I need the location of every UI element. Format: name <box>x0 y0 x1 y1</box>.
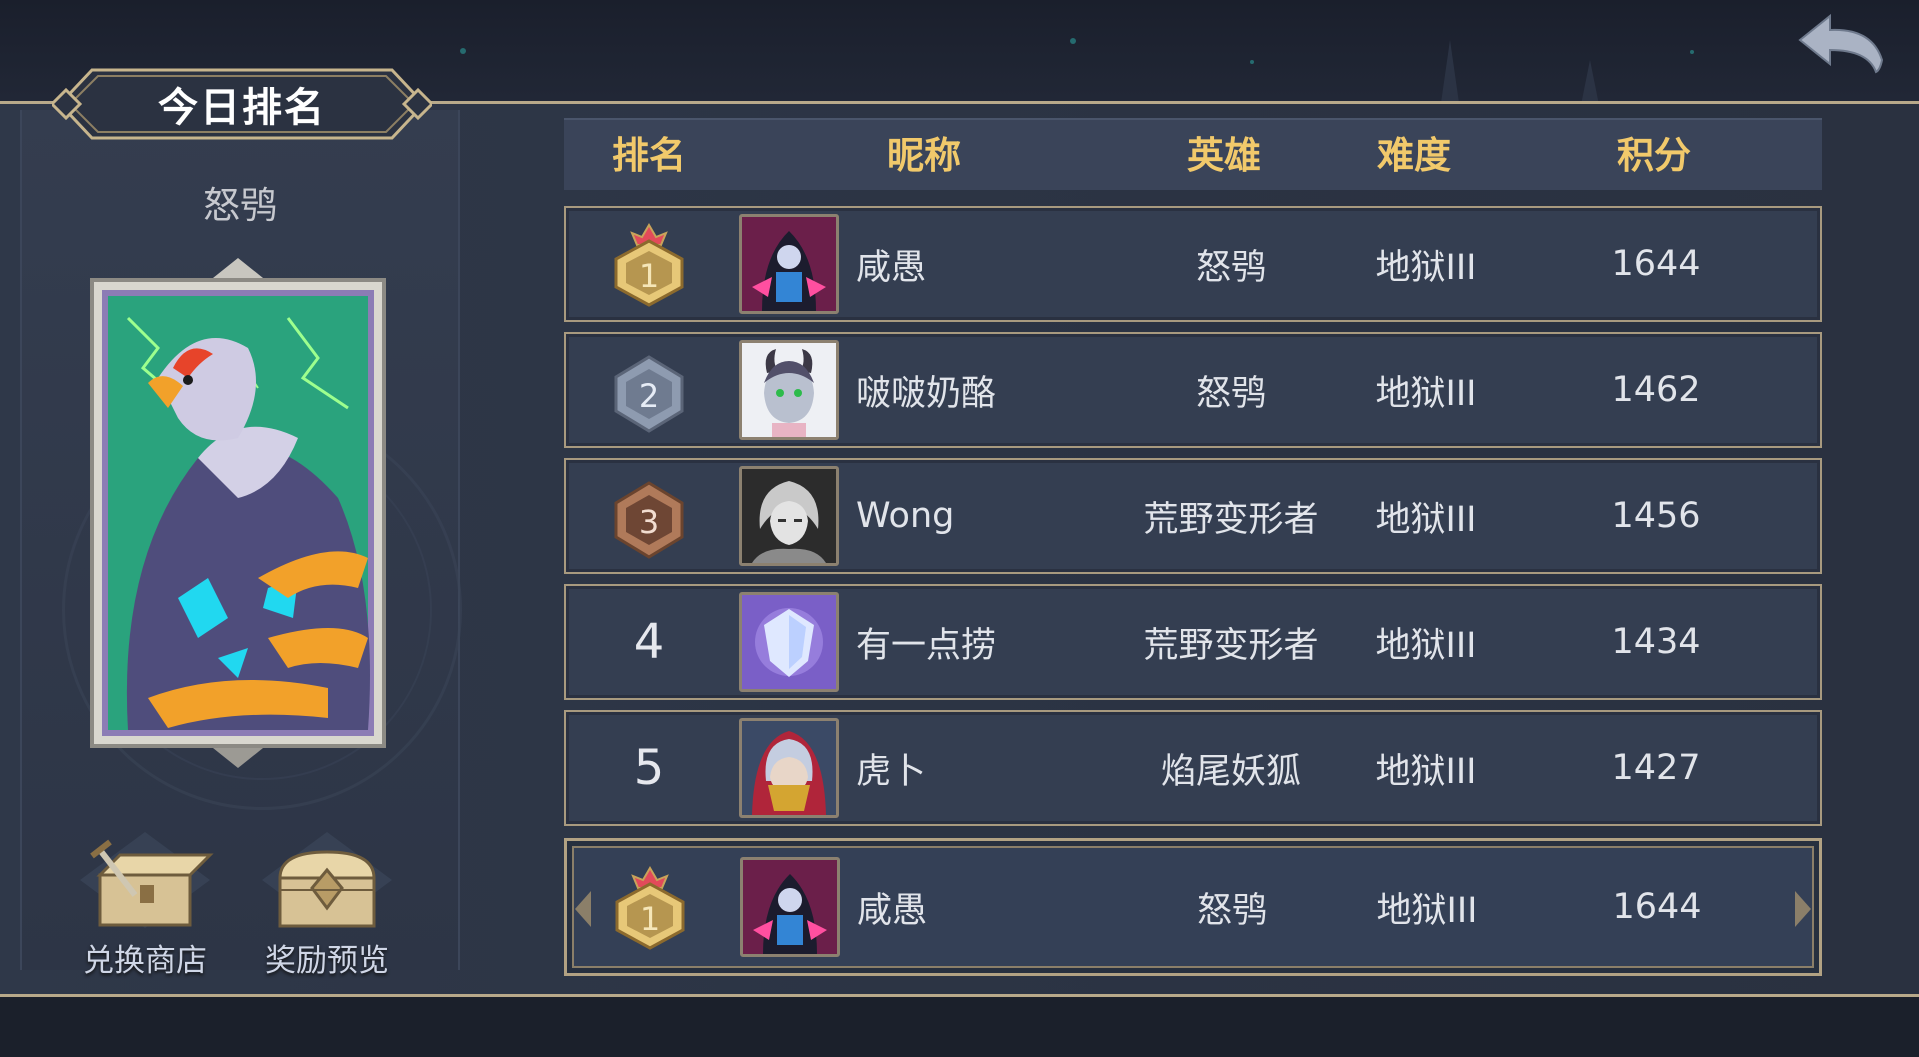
player-difficulty: 地狱III <box>1375 247 1477 288</box>
silver-medal-icon: 2 <box>614 355 684 433</box>
exchange-shop-button[interactable]: 兑换商店 <box>60 830 230 980</box>
player-difficulty: 地狱III <box>1375 373 1477 414</box>
treasure-chest-sword-icon <box>80 832 214 928</box>
column-header-nickname: 昵称 <box>887 134 961 177</box>
crystal-shield-avatar <box>742 595 836 689</box>
player-avatar[interactable] <box>739 718 839 818</box>
medal-rank-number: 3 <box>639 503 659 541</box>
silver-haired-warrior-avatar <box>742 469 836 563</box>
player-score: 1456 <box>1611 496 1701 536</box>
page-title: 今日排名 <box>158 85 326 131</box>
hero-name: 怒鸮 <box>203 184 277 227</box>
my-nickname: 咸愚 <box>857 890 928 931</box>
medal-rank-number: 1 <box>639 257 659 295</box>
player-nickname: 咸愚 <box>856 247 927 288</box>
gold-medal-icon: 1 <box>614 223 684 307</box>
my-score: 1644 <box>1612 887 1702 927</box>
player-difficulty: 地狱III <box>1375 751 1477 792</box>
player-nickname: Wong <box>856 496 955 536</box>
star-decoration <box>1070 38 1076 44</box>
medal-rank-number: 2 <box>639 377 659 415</box>
my-difficulty: 地狱III <box>1376 890 1478 931</box>
player-nickname: 虎卜 <box>856 751 927 792</box>
column-header-difficulty: 难度 <box>1377 134 1451 177</box>
player-avatar[interactable] <box>739 592 839 692</box>
rank-number: 5 <box>633 740 665 796</box>
masked-rogue-avatar <box>742 721 836 815</box>
player-avatar[interactable] <box>739 466 839 566</box>
player-score: 1427 <box>1611 748 1701 788</box>
castle-spire-decoration <box>1440 40 1460 110</box>
dark-sorceress-avatar <box>743 860 837 954</box>
thunder-raven-hero-card <box>90 258 386 768</box>
player-nickname: 有一点捞 <box>856 625 997 666</box>
player-avatar[interactable] <box>739 340 839 440</box>
leaderboard-row-5[interactable]: 5 虎卜 焰尾妖狐 地狱III 1427 <box>564 710 1822 826</box>
rank-number: 4 <box>633 614 665 670</box>
star-decoration <box>1250 60 1254 64</box>
star-decoration <box>1690 50 1694 54</box>
leaderboard-row-2[interactable]: 2 啵啵奶酪 怒鸮 地狱III 1462 <box>564 332 1822 448</box>
treasure-chest-icon <box>262 832 392 928</box>
leaderboard-row-3[interactable]: 3 Wong 荒野变形者 地狱III 1456 <box>564 458 1822 574</box>
hero-card[interactable] <box>88 258 388 768</box>
reward-preview-label: 奖励预览 <box>265 943 389 979</box>
back-button[interactable] <box>1790 10 1890 80</box>
my-avatar[interactable] <box>740 857 840 957</box>
player-score: 1644 <box>1611 244 1701 284</box>
player-hero: 焰尾妖狐 <box>1160 751 1301 792</box>
player-difficulty: 地狱III <box>1375 499 1477 540</box>
player-nickname: 啵啵奶酪 <box>856 373 997 414</box>
leaderboard-row-1[interactable]: 1 咸愚 怒鸮 地狱III 1644 <box>564 206 1822 322</box>
player-hero: 荒野变形者 <box>1143 499 1319 540</box>
rank-cell: 1 <box>567 841 733 973</box>
player-avatar[interactable] <box>739 214 839 314</box>
footer-bar <box>0 997 1919 1057</box>
horned-demon-girl-avatar <box>742 343 836 437</box>
column-header-rank: 排名 <box>612 134 686 177</box>
leaderboard-row-4[interactable]: 4 有一点捞 荒野变形者 地狱III 1434 <box>564 584 1822 700</box>
row-frame-right-ornament <box>1795 891 1811 927</box>
rank-cell: 1 <box>566 208 732 320</box>
player-hero: 怒鸮 <box>1195 247 1266 288</box>
player-score: 1434 <box>1611 622 1701 662</box>
player-hero: 荒野变形者 <box>1143 625 1319 666</box>
column-header-score: 积分 <box>1617 134 1691 177</box>
rank-cell: 2 <box>566 334 732 446</box>
my-hero: 怒鸮 <box>1196 890 1267 931</box>
column-header-hero: 英雄 <box>1187 134 1261 177</box>
player-difficulty: 地狱III <box>1375 625 1477 666</box>
dark-sorceress-avatar <box>742 217 836 311</box>
player-hero: 怒鸮 <box>1195 373 1266 414</box>
star-decoration <box>460 48 466 54</box>
medal-rank-number: 1 <box>640 900 660 938</box>
gold-medal-icon: 1 <box>615 866 685 950</box>
player-score: 1462 <box>1611 370 1701 410</box>
exchange-shop-label: 兑换商店 <box>83 943 207 979</box>
reward-preview-button[interactable]: 奖励预览 <box>242 830 412 980</box>
rank-cell: 3 <box>566 460 732 572</box>
leaderboard-header: 排名 昵称 英雄 难度 积分 <box>564 118 1822 190</box>
back-arrow-icon <box>1798 13 1884 74</box>
bronze-medal-icon: 3 <box>614 481 684 559</box>
my-rank-row[interactable]: 1 咸愚 怒鸮 地狱III 1644 <box>564 838 1822 976</box>
